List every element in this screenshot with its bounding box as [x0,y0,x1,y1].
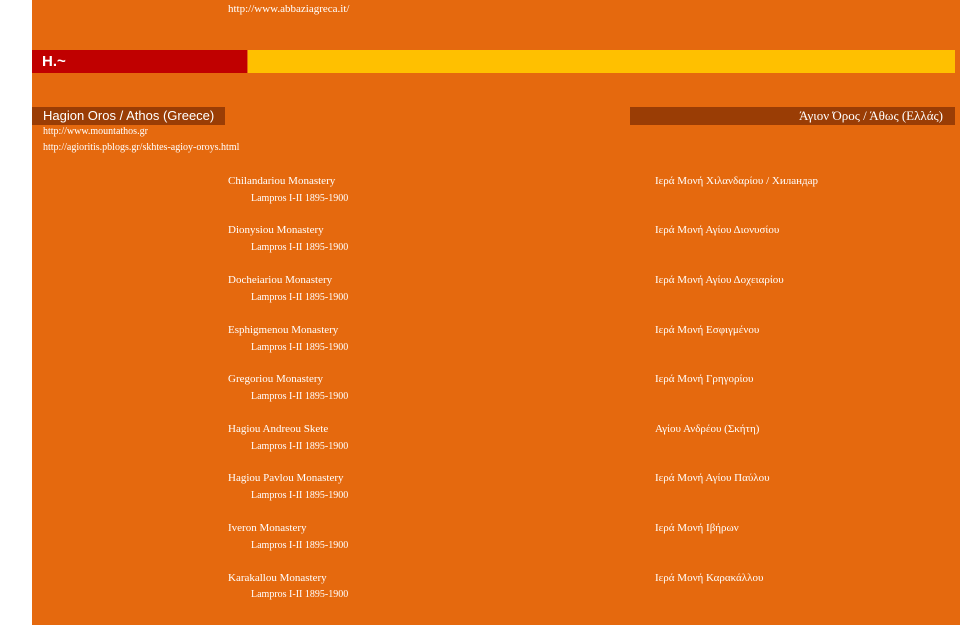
monastery-name[interactable]: Docheiariou Monastery [228,274,332,286]
monastery-reference: Lampros I-II 1895-1900 [251,292,349,303]
monastery-reference: Lampros I-II 1895-1900 [251,490,349,501]
monastery-greek-name: Ιερά Μονή Αγίου Δοχειαρίου [655,274,784,286]
monastery-reference: Lampros I-II 1895-1900 [251,242,349,253]
monastery-greek-name: Ιερά Μονή Χιλανδαρίου / Хиландар [655,175,818,187]
monastery-greek-name: Ιερά Μονή Εσφιγμένου [655,324,760,336]
left-margin-strip [0,0,32,625]
monastery-greek-name: Αγίου Ανδρέου (Σκήτη) [655,423,760,435]
monastery-name[interactable]: Dionysiou Monastery [228,224,324,236]
mountathos-link[interactable]: http://www.mountathos.gr [43,126,148,137]
monastery-name[interactable]: Gregoriou Monastery [228,373,323,385]
monastery-name[interactable]: Karakallou Monastery [228,572,327,584]
region-title-latin: Hagion Oros / Athos (Greece) [32,107,225,125]
monastery-name[interactable]: Hagiou Pavlou Monastery [228,472,343,484]
monastery-reference: Lampros I-II 1895-1900 [251,391,349,402]
monastery-name[interactable]: Iveron Monastery [228,522,307,534]
monastery-greek-name: Ιερά Μονή Αγίου Παύλου [655,472,770,484]
monastery-reference: Lampros I-II 1895-1900 [251,540,349,551]
monastery-reference: Lampros I-II 1895-1900 [251,441,349,452]
monastery-reference: Lampros I-II 1895-1900 [251,589,349,600]
monastery-reference: Lampros I-II 1895-1900 [251,342,349,353]
page-title: H.~ [32,50,247,73]
region-title-greek: Άγιον Όρος / Άθως (Ελλάς) [630,107,955,125]
monastery-name[interactable]: Chilandariou Monastery [228,175,335,187]
monastery-reference: Lampros I-II 1895-1900 [251,193,349,204]
monastery-name[interactable]: Hagiou Andreou Skete [228,423,328,435]
monastery-greek-name: Ιερά Μονή Αγίου Διονυσίου [655,224,780,236]
abbaziagreca-link[interactable]: http://www.abbaziagreca.it/ [228,3,349,15]
agioritis-link[interactable]: http://agioritis.pblogs.gr/skhtes-agioy-… [43,142,239,153]
monastery-name[interactable]: Esphigmenou Monastery [228,324,338,336]
title-bar [248,50,955,73]
monastery-greek-name: Ιερά Μονή Καρακάλλου [655,572,764,584]
monastery-greek-name: Ιερά Μονή Γρηγορίου [655,373,754,385]
monastery-greek-name: Ιερά Μονή Ιβήρων [655,522,739,534]
